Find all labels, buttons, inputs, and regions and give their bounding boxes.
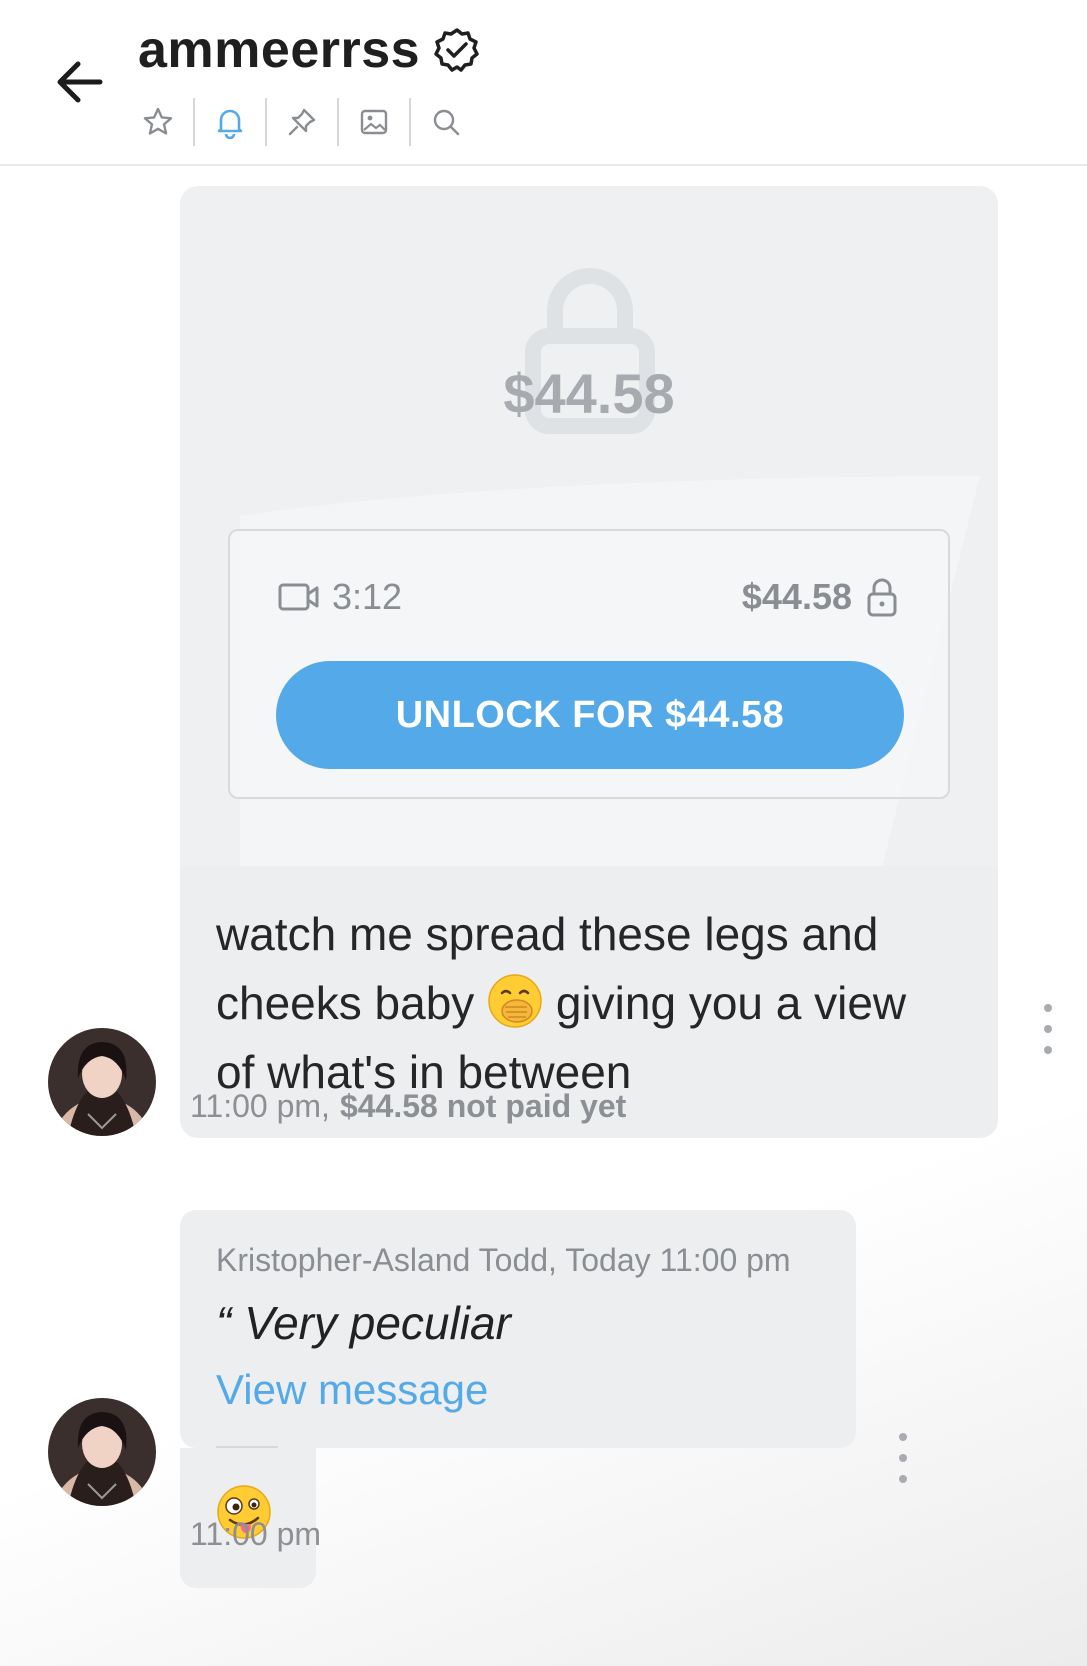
locked-media-card[interactable]: $44.58 3:12 $44.58 UNLOCK FOR $44.58 <box>180 186 998 866</box>
image-icon[interactable] <box>354 96 394 148</box>
price-text: $44.58 <box>741 576 852 617</box>
view-message-link[interactable]: View message <box>216 1366 488 1414</box>
toolbar-divider <box>193 98 195 146</box>
unlock-panel: 3:12 $44.58 UNLOCK FOR $44.58 <box>228 529 950 799</box>
more-options-icon[interactable] <box>893 1433 913 1483</box>
video-duration: 3:12 <box>278 576 402 618</box>
chat-title[interactable]: ammeerrss <box>138 20 420 80</box>
message-timestamp: 11:00 pm <box>190 1516 322 1552</box>
video-camera-icon <box>278 583 319 611</box>
message-line: cheeks baby <box>216 977 475 1029</box>
chat-area: $44.58 3:12 $44.58 UNLOCK FOR $44.58 wat… <box>0 168 1087 1666</box>
reply-author: Kristopher-Asland Todd, Today 11:00 pm <box>216 1242 791 1278</box>
search-icon[interactable] <box>426 96 466 148</box>
media-price: $44.58 <box>742 576 898 618</box>
verified-badge-icon <box>434 28 479 72</box>
reply-quote-card[interactable]: Kristopher-Asland Todd, Today 11:00 pm “… <box>180 1210 856 1448</box>
face-with-hand-over-mouth-emoji-icon <box>488 974 542 1028</box>
message-time: 11:00 pm, <box>190 1088 330 1124</box>
back-arrow-icon[interactable] <box>50 52 110 112</box>
duration-text: 3:12 <box>332 576 403 617</box>
bell-icon[interactable] <box>210 96 250 148</box>
avatar[interactable] <box>48 1028 156 1136</box>
star-icon[interactable] <box>138 96 178 148</box>
chat-header: ammeerrss <box>0 0 1087 166</box>
reply-quote-text: “ Very peculiar <box>216 1297 511 1349</box>
toolbar-divider <box>265 98 267 146</box>
unlock-button[interactable]: UNLOCK FOR $44.58 <box>276 661 904 769</box>
toolbar-divider <box>337 98 339 146</box>
locked-price: $44.58 <box>503 362 675 425</box>
avatar[interactable] <box>48 1398 156 1506</box>
message-line: giving you a view <box>555 977 907 1029</box>
lock-icon <box>867 578 897 617</box>
payment-status: $44.58 not paid yet <box>339 1088 627 1124</box>
more-options-icon[interactable] <box>1038 1004 1058 1054</box>
message-line: watch me spread these legs and <box>216 908 879 960</box>
pin-icon[interactable] <box>282 96 322 148</box>
chat-toolbar <box>138 96 466 148</box>
toolbar-divider <box>409 98 411 146</box>
divider <box>216 1446 278 1448</box>
message-timestamp: 11:00 pm, $44.58 not paid yet <box>190 1088 626 1125</box>
